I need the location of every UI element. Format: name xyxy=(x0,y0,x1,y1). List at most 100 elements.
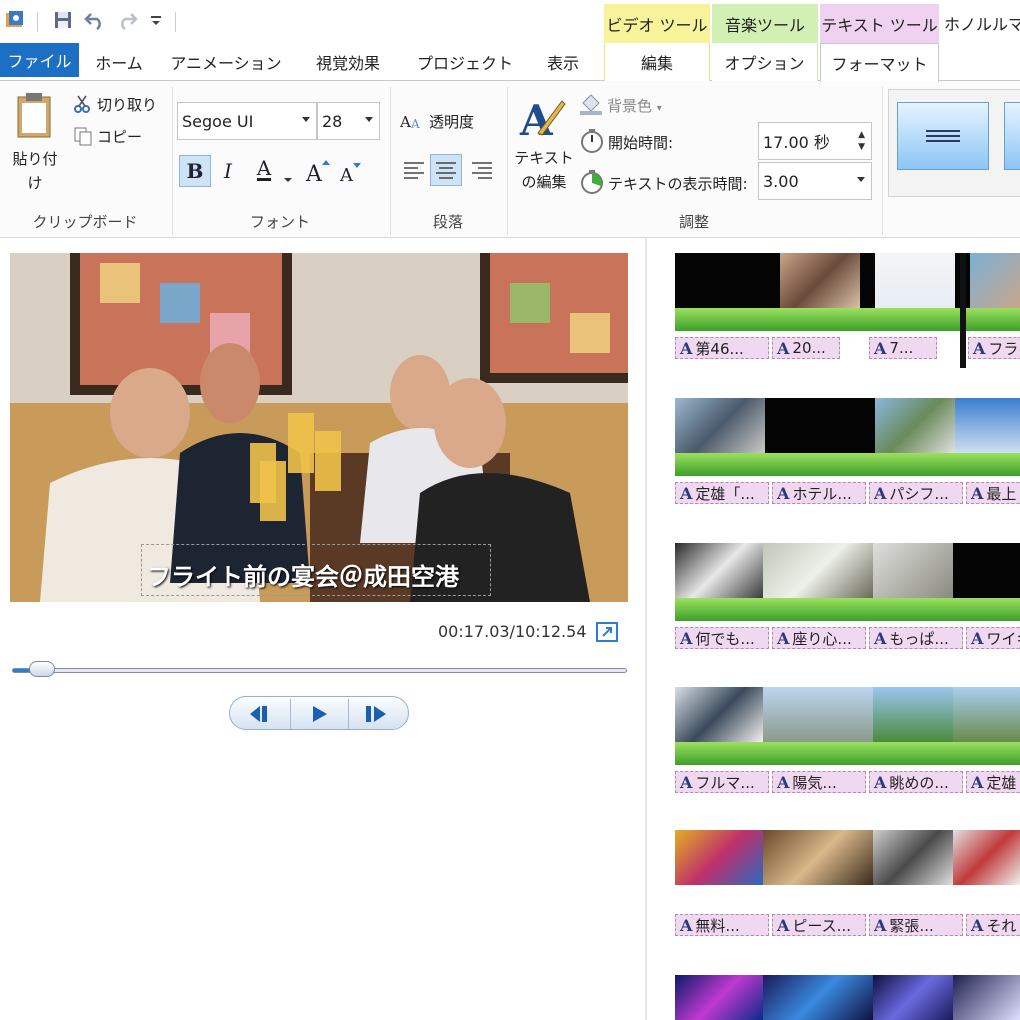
clip-thumbnail[interactable] xyxy=(873,830,953,885)
caption-clip[interactable]: A 第46... xyxy=(675,337,769,359)
adjust-group-label: 調整 xyxy=(678,213,709,231)
italic-button[interactable]: I xyxy=(212,155,244,187)
caption-clip[interactable]: A 陽気... xyxy=(772,771,866,793)
clip-thumbnail[interactable] xyxy=(970,253,1020,308)
tab-project[interactable]: プロジェクト xyxy=(412,43,518,81)
clip-thumbnail[interactable] xyxy=(763,830,873,885)
play-icon[interactable] xyxy=(310,704,330,728)
chevron-down-icon[interactable] xyxy=(283,169,293,187)
clip-thumbnail[interactable] xyxy=(675,253,780,308)
audio-track[interactable] xyxy=(675,308,1020,331)
audio-track[interactable] xyxy=(675,598,1020,621)
expand-preview-icon[interactable] xyxy=(596,622,618,646)
caption-clip[interactable]: A ピース... xyxy=(772,914,866,936)
tab-edit[interactable]: 編集 xyxy=(604,43,710,81)
clip-thumbnail[interactable] xyxy=(763,687,873,742)
font-size-select[interactable]: 28 xyxy=(317,102,380,140)
clip-thumbnail[interactable] xyxy=(780,253,860,308)
font-color-button[interactable]: A xyxy=(248,153,280,185)
clip-thumbnail[interactable] xyxy=(763,543,873,598)
tab-format[interactable]: フォーマット xyxy=(820,43,939,82)
pane-divider[interactable] xyxy=(645,238,647,1020)
preview-monitor[interactable]: フライト前の宴会＠成田空港 xyxy=(10,253,628,602)
caption-clip[interactable]: A それ xyxy=(966,914,1020,936)
caption-clip[interactable]: Aワイキ xyxy=(966,627,1020,649)
audio-track[interactable] xyxy=(675,453,1020,476)
spinner-icon[interactable]: ▲ ▼ xyxy=(858,129,865,153)
font-family-select[interactable]: Segoe UI xyxy=(177,102,317,140)
customize-toolbar-icon[interactable] xyxy=(145,9,167,31)
gallery-item-effect[interactable] xyxy=(897,102,989,170)
align-center-icon[interactable] xyxy=(430,154,462,186)
caption-clip[interactable]: A 何でも... xyxy=(675,627,769,649)
audio-track[interactable] xyxy=(675,742,1020,765)
tab-view[interactable]: 表示 xyxy=(530,43,596,81)
caption-clip[interactable]: A 20... xyxy=(772,337,840,359)
tab-home[interactable]: ホーム xyxy=(86,43,152,81)
caption-clip[interactable]: A もっぱ... xyxy=(869,627,963,649)
clip-thumbnail[interactable] xyxy=(675,687,763,742)
clip-thumbnail[interactable] xyxy=(953,975,1020,1020)
tab-animation[interactable]: アニメーション xyxy=(170,43,281,81)
caption-clip[interactable]: A 眺めの... xyxy=(869,771,963,793)
clip-thumbnail[interactable] xyxy=(675,543,763,598)
clip-thumbnail[interactable] xyxy=(953,830,1020,885)
caption-clip[interactable]: Aフライ xyxy=(968,337,1020,359)
clip-thumbnail[interactable] xyxy=(953,543,1020,598)
align-left-icon[interactable] xyxy=(398,154,430,186)
caption-clip[interactable]: A ホテル... xyxy=(772,482,866,504)
tab-visual-effects[interactable]: 視覚効果 xyxy=(300,43,396,81)
timecode: 00:17.03/10:12.54 xyxy=(438,622,587,641)
next-frame-icon[interactable] xyxy=(364,704,390,728)
save-icon[interactable] xyxy=(52,9,74,31)
edit-text-button[interactable]: テキストの編集 xyxy=(514,146,574,194)
redo-icon[interactable] xyxy=(116,9,138,31)
caption-clip[interactable]: A フルマ... xyxy=(675,771,769,793)
seek-bar[interactable] xyxy=(12,668,627,673)
app-icon[interactable] xyxy=(4,9,26,31)
clip-thumbnail[interactable] xyxy=(953,687,1020,742)
caption-clip[interactable]: A 最上 xyxy=(966,482,1020,504)
cut-button[interactable]: 切り取り xyxy=(97,94,157,115)
align-right-icon[interactable] xyxy=(466,154,498,186)
caption-clip[interactable]: A パシフ... xyxy=(869,482,963,504)
tab-options[interactable]: オプション xyxy=(712,43,818,81)
storyboard-row: A フルマ... A 陽気... A 眺めの... A 定雄 xyxy=(675,687,1020,797)
caption-clip[interactable]: A 緊張... xyxy=(869,914,963,936)
start-time-input[interactable]: 17.00 秒 ▲ ▼ xyxy=(758,122,872,160)
duration-input[interactable]: 3.00 xyxy=(758,162,872,200)
background-color-button[interactable]: 背景色 ▾ xyxy=(607,95,662,116)
clip-thumbnail[interactable] xyxy=(765,398,875,453)
clip-thumbnail[interactable] xyxy=(873,543,953,598)
clip-thumbnail[interactable] xyxy=(763,975,873,1020)
bold-button[interactable]: B xyxy=(179,155,211,187)
clip-thumbnail[interactable] xyxy=(860,253,875,308)
font-family-value: Segoe UI xyxy=(182,111,254,131)
caption-clip[interactable]: A 座り心... xyxy=(772,627,866,649)
clip-thumbnail[interactable] xyxy=(955,398,1020,453)
caption-clip[interactable]: A 定雄「... xyxy=(675,482,769,504)
previous-frame-icon[interactable] xyxy=(248,704,274,728)
clip-thumbnail[interactable] xyxy=(875,253,955,308)
caption-clip[interactable]: A 定雄 xyxy=(966,771,1020,793)
clip-thumbnail[interactable] xyxy=(875,398,955,453)
gallery-item-effect[interactable] xyxy=(1004,102,1020,170)
undo-icon[interactable] xyxy=(84,9,106,31)
caption-clip[interactable]: A 7... xyxy=(869,337,937,359)
shrink-font-icon[interactable]: A xyxy=(339,161,365,189)
caption-clip[interactable]: A 無料... xyxy=(675,914,769,936)
transparency-button[interactable]: 透明度 xyxy=(429,111,474,132)
clip-thumbnail[interactable] xyxy=(675,830,763,885)
clip-thumbnail[interactable] xyxy=(675,975,763,1020)
tab-file[interactable]: ファイル xyxy=(0,43,79,77)
edit-text-icon: A xyxy=(518,93,566,145)
grow-font-icon[interactable]: A xyxy=(305,159,331,189)
clip-thumbnail[interactable] xyxy=(675,398,765,453)
clip-thumbnail[interactable] xyxy=(873,975,953,1020)
copy-button[interactable]: コピー xyxy=(97,126,142,147)
paste-button[interactable]: 貼り付け xyxy=(12,147,58,195)
storyboard-row: A 定雄「... A ホテル... A パシフ... A 最上 xyxy=(675,398,1020,508)
caption-overlay-text[interactable]: フライト前の宴会＠成田空港 xyxy=(147,557,459,592)
clip-thumbnail[interactable] xyxy=(873,687,953,742)
seek-thumb[interactable] xyxy=(29,661,55,677)
